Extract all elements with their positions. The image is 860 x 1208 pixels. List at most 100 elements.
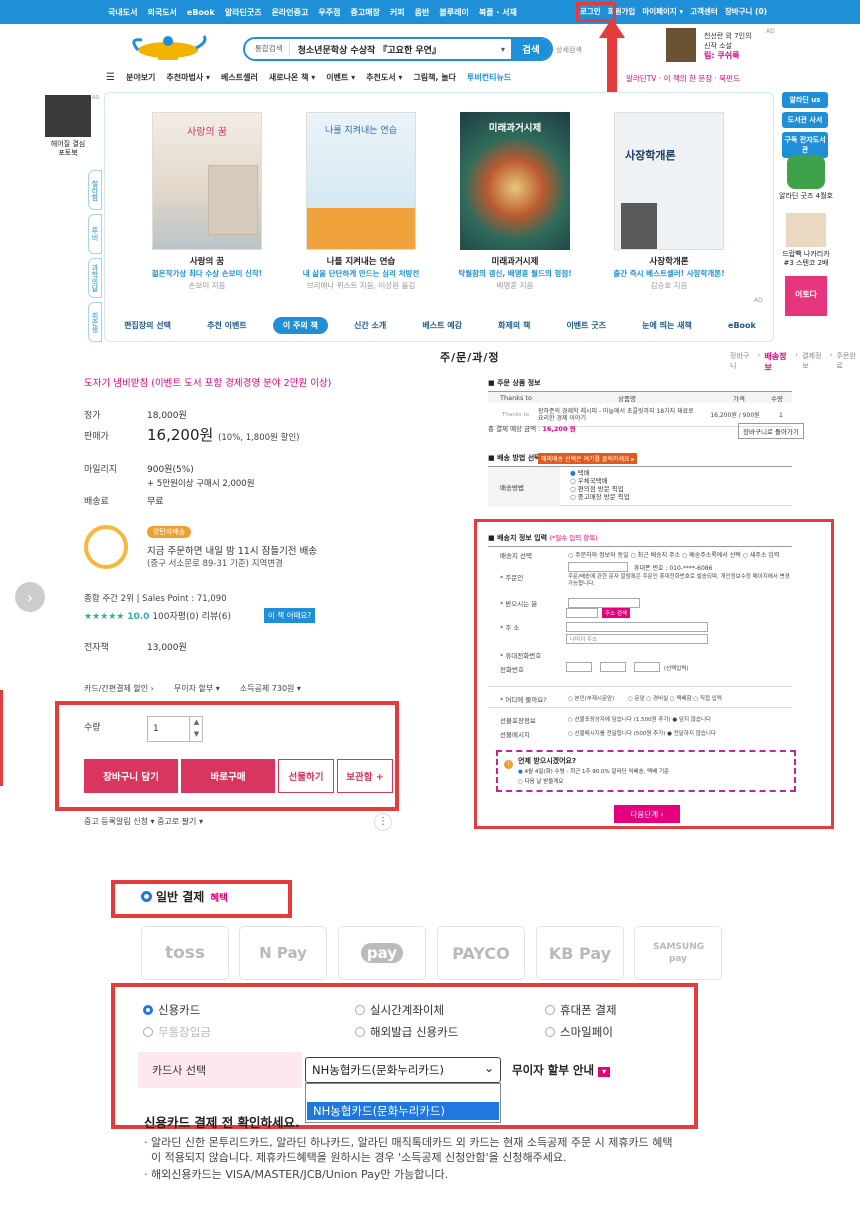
vtab-2[interactable]: 투비 [88, 214, 102, 254]
book-cover-1[interactable]: 사랑의 꿈 [152, 112, 262, 250]
gift-msg-options[interactable]: ○ 선물메시지를 전달합니다 (500원 추가) ● 전달하지 않습니다 [568, 729, 716, 737]
overseas-shipping-button[interactable]: 해외배송 선택은 여기를 클릭하세요 ▸ [538, 453, 638, 464]
menu-icon[interactable]: ☰ [106, 72, 115, 83]
radio-selected-icon[interactable] [141, 891, 152, 902]
phone-input-1[interactable] [566, 662, 592, 672]
goods-bag-image[interactable] [787, 155, 825, 189]
aladin-us-button[interactable]: 알라딘 us [782, 92, 828, 108]
menu-picture-books[interactable]: 그림책, 놀다 [413, 72, 456, 83]
mypage-link[interactable]: 마이페이지 ▾ [642, 6, 683, 17]
benefit-link[interactable]: 혜택 [210, 893, 227, 904]
menu-category[interactable]: 분야보기 [126, 72, 155, 83]
librarian-button[interactable]: 도서관 사서 [782, 112, 828, 128]
chevron-right-icon[interactable]: › [15, 582, 45, 612]
search-input[interactable]: 청소년문학상 수상작 『고요한 우연』 [290, 43, 501, 56]
tab-recommended-event[interactable]: 추천 이벤트 [197, 317, 257, 334]
buy-now-button[interactable]: 바로구매 [181, 759, 275, 793]
delivery-date-option-1[interactable]: ● 4월 4일(화) 수령 - 최근 1주 90.0% 알라딘 익배송, 택배 … [518, 767, 669, 775]
bank-deposit-radio[interactable]: 무통장입금 [143, 1024, 211, 1040]
itoda-image[interactable]: 이토다 [785, 276, 827, 316]
phone-input-3[interactable] [634, 662, 660, 672]
delivery-date-option-2[interactable]: ○ 다음 날 받을게요 [518, 777, 563, 785]
thanks-to-icon[interactable]: Thanks to [488, 412, 538, 418]
nav-ebook[interactable]: eBook [187, 8, 215, 17]
search-category-select[interactable]: 통합검색 [245, 42, 290, 56]
add-to-cart-button[interactable]: 장바구니 담기 [84, 759, 178, 793]
installment-link[interactable]: 무이자 할부 ▾ [174, 683, 220, 694]
used-book-links[interactable]: 중고 등록알림 신청 ▾ 중고로 팔기 ▾ [84, 816, 203, 827]
right-ad-1[interactable]: 알라딘 굿즈 4월호 [778, 192, 834, 201]
save-to-library-button[interactable]: 보관함 + [337, 759, 393, 793]
samsung-pay-button[interactable]: SAMSUNG pay [634, 926, 722, 980]
book-cover-2[interactable]: 나를 지켜내는 연습 [306, 112, 416, 250]
menu-tobecontinued[interactable]: 투비컨티뉴드 [467, 72, 511, 83]
gift-button[interactable]: 선물하기 [278, 759, 334, 793]
address-search-button[interactable]: 주소 검색 [602, 608, 630, 618]
search-button[interactable]: 검색 [511, 39, 551, 59]
where-self-option[interactable]: ○ 본인(부재시문앞) [568, 694, 614, 702]
back-to-cart-button[interactable]: 장바구니로 돌아가기 [738, 423, 804, 439]
vtab-3[interactable]: 과학의달 [88, 258, 102, 298]
menu-recommended[interactable]: 추천도서 ▾ [366, 72, 402, 83]
phone-input-2[interactable] [600, 662, 626, 672]
card-discount-link[interactable]: 카드/간편결제 할인 › [84, 683, 154, 694]
naver-pay-button[interactable]: N Pay [239, 926, 327, 980]
support-link[interactable]: 고객센터 [690, 6, 718, 17]
more-options-icon[interactable]: ⋮ [374, 813, 392, 831]
mobile-payment-radio[interactable]: 휴대폰 결제 [545, 1002, 617, 1018]
where-options[interactable]: ○ 문앞 ○ 경비실 ○ 택배함 ○ 직접 입력 [628, 694, 722, 702]
shipping-fee[interactable]: 무료 [147, 494, 164, 507]
menu-new-books[interactable]: 새로나온 책 ▾ [269, 72, 315, 83]
general-payment-option[interactable]: 일반 결제 혜택 [141, 888, 228, 905]
menu-bestseller[interactable]: 베스트셀러 [221, 72, 258, 83]
interest-free-info[interactable]: 무이자 할부 안내 ▾ [512, 1062, 611, 1078]
card-company-select[interactable]: NH농협카드(문화누리카드) ⌄ [305, 1057, 501, 1083]
realtime-transfer-radio[interactable]: 실시간계좌이체 [355, 1002, 444, 1018]
tab-book-of-week[interactable]: 이 주의 책 [272, 316, 328, 334]
tab-ebook[interactable]: eBook [718, 318, 766, 333]
kb-pay-button[interactable]: KB Pay [536, 926, 624, 980]
tax-deduction-link[interactable]: 소득공제 730원 ▾ [240, 683, 301, 694]
mileage-2[interactable]: + 5만원이상 구매시 2,000원 [147, 477, 255, 489]
tab-new-intro[interactable]: 신간 소개 [344, 317, 396, 334]
nav-foreign-books[interactable]: 외국도서 [147, 7, 176, 18]
card-option-selected[interactable]: NH농협카드(문화누리카드) [307, 1102, 499, 1120]
zipcode-input[interactable] [566, 608, 598, 618]
kakao-pay-button[interactable]: pay [338, 926, 426, 980]
delivery-address[interactable]: (중구 서소문로 89-31 기준) 지역변경 [147, 557, 283, 569]
drop-bag-image[interactable] [786, 213, 826, 247]
header-ad[interactable]: 천선란 외 7인의 신작 소설 림: 쿠쉬룩 [704, 31, 784, 61]
ebook-price[interactable]: 13,000원 [147, 640, 187, 653]
ship-option-cvs[interactable]: ○ 편의점 방문 픽업 [570, 485, 630, 493]
detail-search-link[interactable]: 상세검색 [556, 45, 582, 55]
book-cover-4[interactable]: 사장학개론 [614, 112, 724, 250]
menu-right-links[interactable]: 알라딘TV · 이 책의 한 문장 · 북펀드 [626, 73, 740, 84]
quantity-stepper[interactable]: ▲ ▼ [189, 716, 203, 742]
ship-option-courier[interactable]: ● 택배 [570, 469, 630, 477]
gift-pack-options[interactable]: ○ 선물포장상자에 담습니다 (1,500원 추가) ● 담지 않습니다 [568, 715, 711, 723]
book-caption-4[interactable]: 사장학개론 출간 즉시 베스트셀러! 사장학개론! 김승호 지음 [584, 256, 754, 292]
address-input[interactable] [566, 622, 708, 632]
ship-option-post[interactable]: ○ 우체국택배 [570, 477, 630, 485]
cart-link[interactable]: 장바구니 (0) [725, 6, 767, 17]
toss-pay-button[interactable]: toss [141, 926, 229, 980]
vtab-4[interactable]: 취준생 [88, 302, 102, 342]
smile-pay-radio[interactable]: 스마일페이 [545, 1024, 613, 1040]
chevron-down-icon[interactable]: ▾ [501, 45, 511, 54]
right-ad-2[interactable]: 드랍빽 나카리카#3 스텐코 2배 [778, 250, 834, 268]
nav-music[interactable]: 음반 [415, 7, 430, 18]
overseas-card-radio[interactable]: 해외발급 신용카드 [355, 1024, 458, 1040]
book-caption-2[interactable]: 나를 지켜내는 연습 내 삶을 단단하게 만드는 심리 처방전 브리애나 위스트… [276, 256, 446, 292]
tab-best-expected[interactable]: 베스트 예감 [412, 317, 472, 334]
tab-editor-pick[interactable]: 편집장의 선택 [114, 317, 181, 334]
nav-used-online[interactable]: 온라인중고 [272, 7, 309, 18]
left-ad[interactable]: 헤어질 결심 포토북 [38, 95, 98, 159]
book-cover-3[interactable]: 미래과거시제 [460, 112, 570, 250]
nav-used-store[interactable]: 중고매장 [350, 7, 379, 18]
next-step-button[interactable]: 다음단계 › [614, 805, 680, 823]
vtab-1[interactable]: 철라함 [88, 170, 102, 210]
book-caption-3[interactable]: 미래과거시제 탁월함의 갱신, 배명훈 월드의 정점! 배명훈 지음 [430, 256, 600, 292]
menu-events[interactable]: 이벤트 ▾ [326, 72, 355, 83]
nav-bookple[interactable]: 북플 · 서재 [479, 7, 517, 18]
address-select-options[interactable]: ○ 주문자와 정보와 동일 ○ 최근 배송지 주소 ○ 배송주소록에서 선택 ○… [568, 550, 779, 559]
